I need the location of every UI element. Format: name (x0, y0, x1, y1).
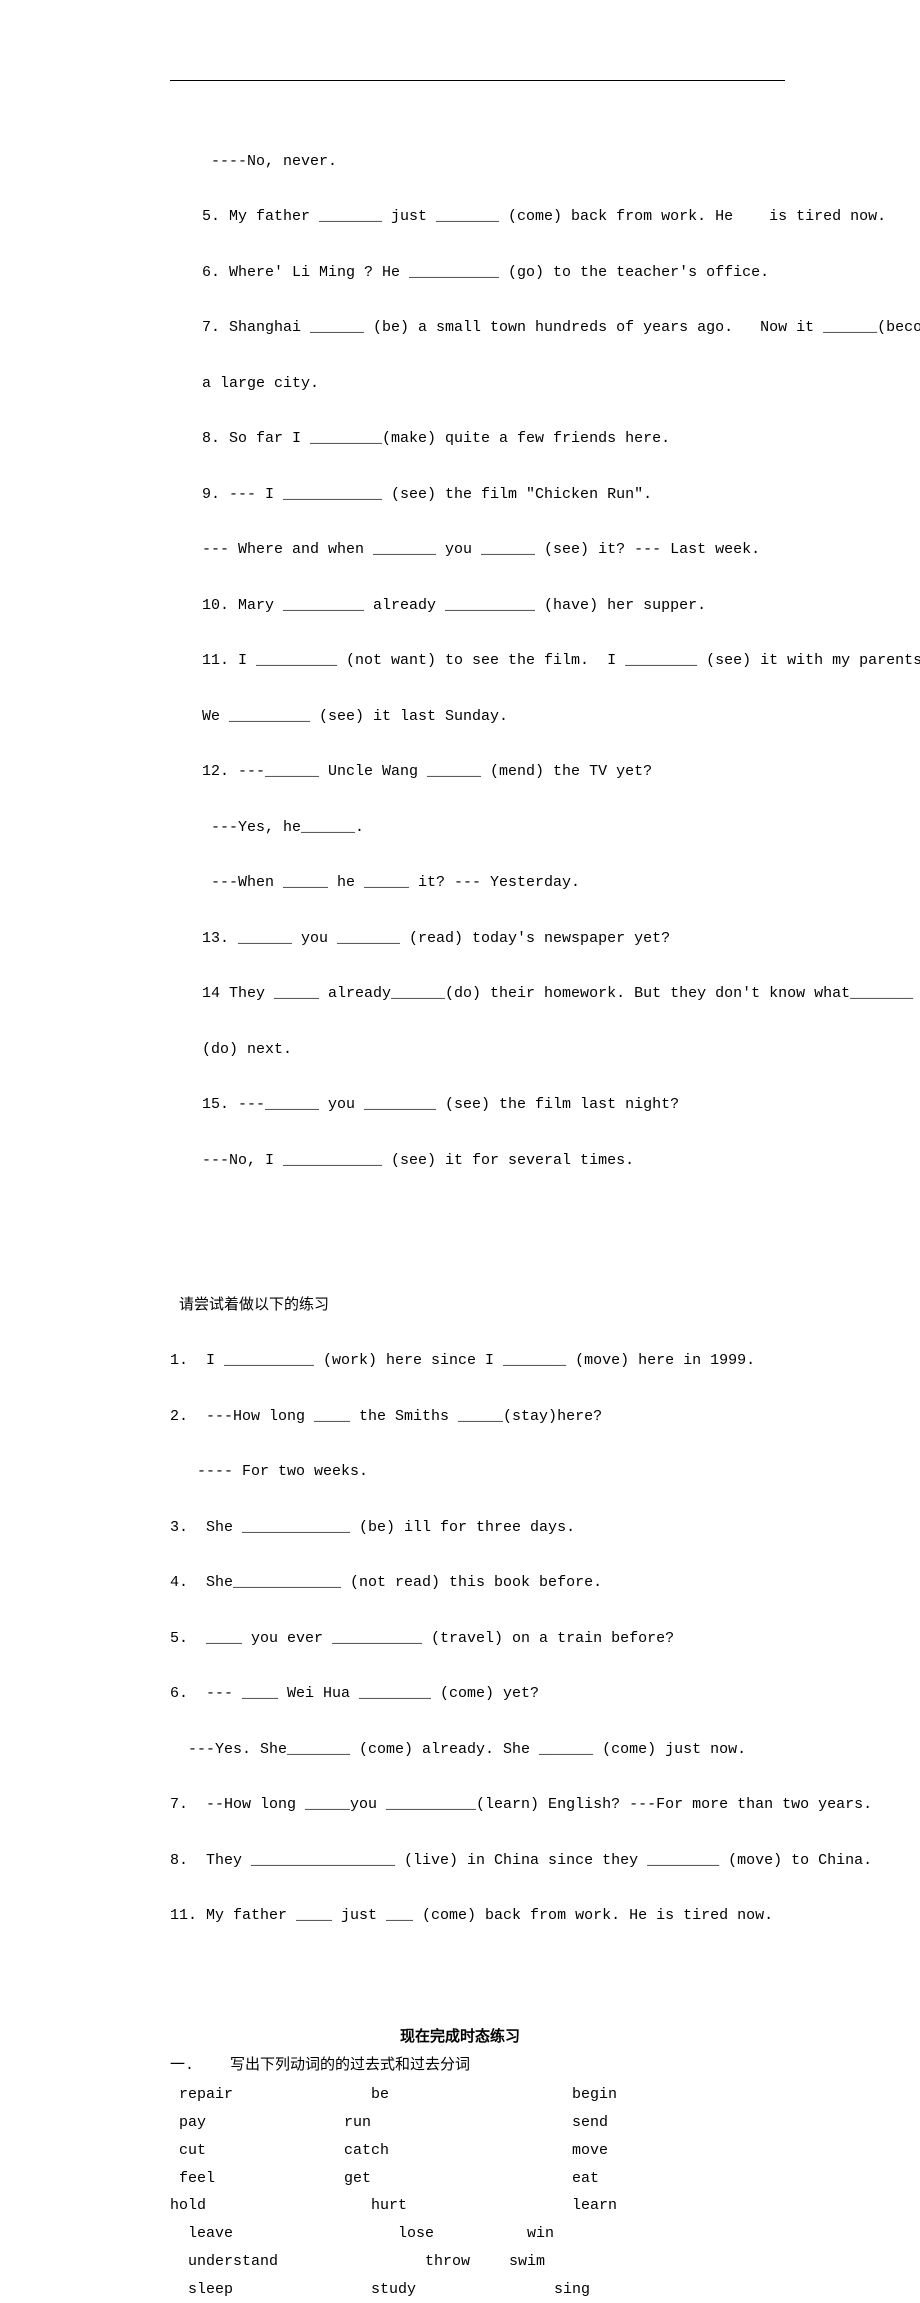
section-3-title: 现在完成时态练习 (170, 2024, 750, 2052)
table-cell: move (491, 2137, 608, 2165)
section-3-subtitle: 一. 写出下列动词的的过去式和过去分词 (170, 2052, 750, 2080)
q12-line3: ---When _____ he _____ it? --- Yesterday… (202, 869, 750, 897)
table-cell: run (326, 2109, 491, 2137)
table-cell: eat (491, 2165, 599, 2193)
q15-line1: 15. ---______ you ________ (see) the fil… (202, 1091, 750, 1119)
q9-line1: 9. --- I ___________ (see) the film "Chi… (202, 481, 750, 509)
table-row: feel get eat (170, 2165, 750, 2193)
ex2-q2b: ---- For two weeks. (170, 1458, 750, 1486)
q10: 10. Mary _________ already __________ (h… (202, 592, 750, 620)
table-row: hold hurt learn (170, 2192, 750, 2220)
q14-line1: 14 They _____ already______(do) their ho… (202, 980, 750, 1008)
ex2-q2: 2. ---How long ____ the Smiths _____(sta… (170, 1403, 750, 1431)
table-row: understand throw swim (170, 2248, 750, 2276)
table-row: leave lose win (170, 2220, 750, 2248)
table-cell: catch (326, 2137, 491, 2165)
ex2-q1: 1. I __________ (work) here since I ____… (170, 1347, 750, 1375)
q6: 6. Where' Li Ming ? He __________ (go) t… (202, 259, 750, 287)
table-cell: learn (491, 2192, 617, 2220)
verb-table: repair be begin pay run send cut catch m… (170, 2081, 750, 2303)
exercise-2-block: 请尝试着做以下的练习 1. I __________ (work) here s… (170, 1208, 750, 1958)
table-cell: get (326, 2165, 491, 2193)
ex2-q7: 7. --How long _____you __________(learn)… (170, 1791, 750, 1819)
exercise-1-block: ----No, never. 5. My father _______ just… (170, 120, 750, 1202)
table-cell: leave (170, 2220, 326, 2248)
ex2-q8: 8. They ________________ (live) in China… (170, 1847, 750, 1875)
q14-line2: (do) next. (202, 1036, 750, 1064)
table-cell: hurt (326, 2192, 491, 2220)
q9-line2: --- Where and when _______ you ______ (s… (202, 536, 750, 564)
table-cell: cut (170, 2137, 326, 2165)
ex2-q3: 3. She ____________ (be) ill for three d… (170, 1514, 750, 1542)
q7-line1: 7. Shanghai ______ (be) a small town hun… (202, 314, 750, 342)
table-cell: repair (170, 2081, 326, 2109)
q8: 8. So far I ________(make) quite a few f… (202, 425, 750, 453)
ex2-q11: 11. My father ____ just ___ (come) back … (170, 1902, 750, 1930)
table-cell: be (326, 2081, 491, 2109)
q15-line2: ---No, I ___________ (see) it for severa… (202, 1147, 750, 1175)
ex2-q6: 6. --- ____ Wei Hua ________ (come) yet? (170, 1680, 750, 1708)
horizontal-rule (170, 80, 785, 81)
table-cell: pay (170, 2109, 326, 2137)
q12-line1: 12. ---______ Uncle Wang ______ (mend) t… (202, 758, 750, 786)
table-cell: swim (491, 2248, 545, 2276)
table-cell: understand (170, 2248, 326, 2276)
ex2-q4: 4. She____________ (not read) this book … (170, 1569, 750, 1597)
ex2-q5: 5. ____ you ever __________ (travel) on … (170, 1625, 750, 1653)
table-cell: sing (491, 2276, 590, 2303)
q11-line1: 11. I _________ (not want) to see the fi… (202, 647, 750, 675)
table-cell: begin (491, 2081, 617, 2109)
table-cell: study (326, 2276, 491, 2303)
table-row: repair be begin (170, 2081, 750, 2109)
ex2-q6b: ---Yes. She_______ (come) already. She _… (170, 1736, 750, 1764)
q11-line2: We _________ (see) it last Sunday. (202, 703, 750, 731)
q7-line2: a large city. (202, 370, 750, 398)
table-cell: throw (326, 2248, 491, 2276)
table-row: cut catch move (170, 2137, 750, 2165)
table-cell: win (491, 2220, 554, 2248)
table-row: sleep study sing (170, 2276, 750, 2303)
table-cell: hold (170, 2192, 326, 2220)
q5: 5. My father _______ just _______ (come)… (202, 203, 750, 231)
q13: 13. ______ you _______ (read) today's ne… (202, 925, 750, 953)
q4-answer: ----No, never. (202, 148, 750, 176)
table-row: pay run send (170, 2109, 750, 2137)
table-cell: lose (326, 2220, 491, 2248)
table-cell: sleep (170, 2276, 326, 2303)
q12-line2: ---Yes, he______. (202, 814, 750, 842)
exercise-2-heading: 请尝试着做以下的练习 (170, 1292, 750, 1320)
table-cell: feel (170, 2165, 326, 2193)
table-cell: send (491, 2109, 608, 2137)
